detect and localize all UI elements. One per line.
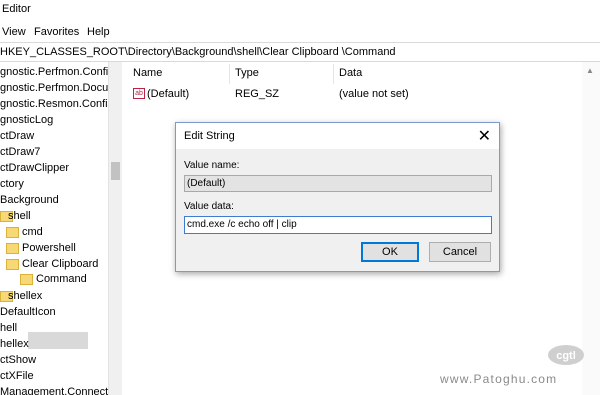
column-header-type[interactable]: Type <box>235 67 259 79</box>
value-row-data: (value not set) <box>339 88 409 100</box>
ok-button[interactable]: OK <box>361 242 419 262</box>
value-row-name[interactable]: (Default) <box>147 85 189 103</box>
svg-text:cgtl: cgtl <box>556 350 576 362</box>
value-data-label: Value data: <box>184 201 234 212</box>
watermark-logo: cgtl <box>546 343 586 367</box>
tree-item[interactable]: Background <box>0 192 59 208</box>
column-header-data[interactable]: Data <box>339 67 362 79</box>
tree-item[interactable]: gnostic.Perfmon.Config <box>0 64 108 80</box>
address-bar[interactable]: HKEY_CLASSES_ROOT\Directory\Background\s… <box>0 42 600 62</box>
tree-item[interactable]: gnostic.Perfmon.Docum <box>0 80 108 96</box>
scroll-up-icon[interactable]: ▲ <box>586 66 594 75</box>
column-separator[interactable] <box>333 64 334 84</box>
tree-item-command[interactable]: Command <box>36 271 87 287</box>
tree-item-cmd[interactable]: cmd <box>22 224 43 240</box>
tree-item-powershell[interactable]: Powershell <box>22 240 76 256</box>
edit-string-dialog: Edit String ✕ Value name: (Default) Valu… <box>175 122 500 272</box>
folder-icon <box>6 243 19 254</box>
dialog-titlebar[interactable]: Edit String ✕ <box>176 123 499 149</box>
tree-item-shellex[interactable]: shellex <box>8 288 42 304</box>
tree-item[interactable]: ctShow <box>0 352 36 368</box>
menu-view[interactable]: View <box>2 26 26 38</box>
folder-icon <box>6 227 19 238</box>
address-path: HKEY_CLASSES_ROOT\Directory\Background\s… <box>0 46 396 58</box>
dialog-title: Edit String <box>184 130 235 142</box>
tree-item[interactable]: DefaultIcon <box>0 304 56 320</box>
tree-item[interactable]: Management.Connectio <box>0 384 108 395</box>
window-titlebar: Editor <box>0 0 600 22</box>
menu-help[interactable]: Help <box>87 26 110 38</box>
close-icon[interactable]: ✕ <box>478 126 491 146</box>
tree-item[interactable]: hell <box>0 320 17 336</box>
tree-item[interactable]: ctory <box>0 176 24 192</box>
watermark-site: www.Patoghu.com <box>440 372 558 386</box>
tree-scrollbar-thumb[interactable] <box>111 162 120 180</box>
tree-item-shell[interactable]: shell <box>8 208 31 224</box>
cancel-button[interactable]: Cancel <box>429 242 491 262</box>
tree-scrollbar[interactable] <box>108 62 122 395</box>
window-title: Editor <box>2 3 31 15</box>
tree-item[interactable]: ctDrawClipper <box>0 160 69 176</box>
column-header-name[interactable]: Name <box>133 67 162 79</box>
tree-item[interactable]: ctXFile <box>0 368 34 384</box>
folder-icon <box>20 274 33 285</box>
reg-string-icon: ab <box>133 88 145 99</box>
tree-item[interactable]: gnostic.Resmon.Config <box>0 96 108 112</box>
tree-item[interactable]: gnosticLog <box>0 112 53 128</box>
column-separator[interactable] <box>229 64 230 84</box>
value-data-input[interactable]: cmd.exe /c echo off | clip <box>184 216 492 234</box>
tree-item-clear-clipboard[interactable]: Clear Clipboard <box>22 256 98 272</box>
registry-tree[interactable]: gnostic.Perfmon.Config gnostic.Perfmon.D… <box>0 62 108 395</box>
folder-icon <box>6 259 19 270</box>
tree-selection-highlight <box>28 332 88 349</box>
value-name-label: Value name: <box>184 160 240 171</box>
menu-bar: View Favorites Help <box>0 22 600 42</box>
tree-item[interactable]: hellex <box>0 336 29 352</box>
value-name-field: (Default) <box>184 175 492 192</box>
value-row-type: REG_SZ <box>235 88 280 100</box>
menu-favorites[interactable]: Favorites <box>34 26 79 38</box>
tree-item[interactable]: ctDraw <box>0 128 34 144</box>
tree-item[interactable]: ctDraw7 <box>0 144 40 160</box>
